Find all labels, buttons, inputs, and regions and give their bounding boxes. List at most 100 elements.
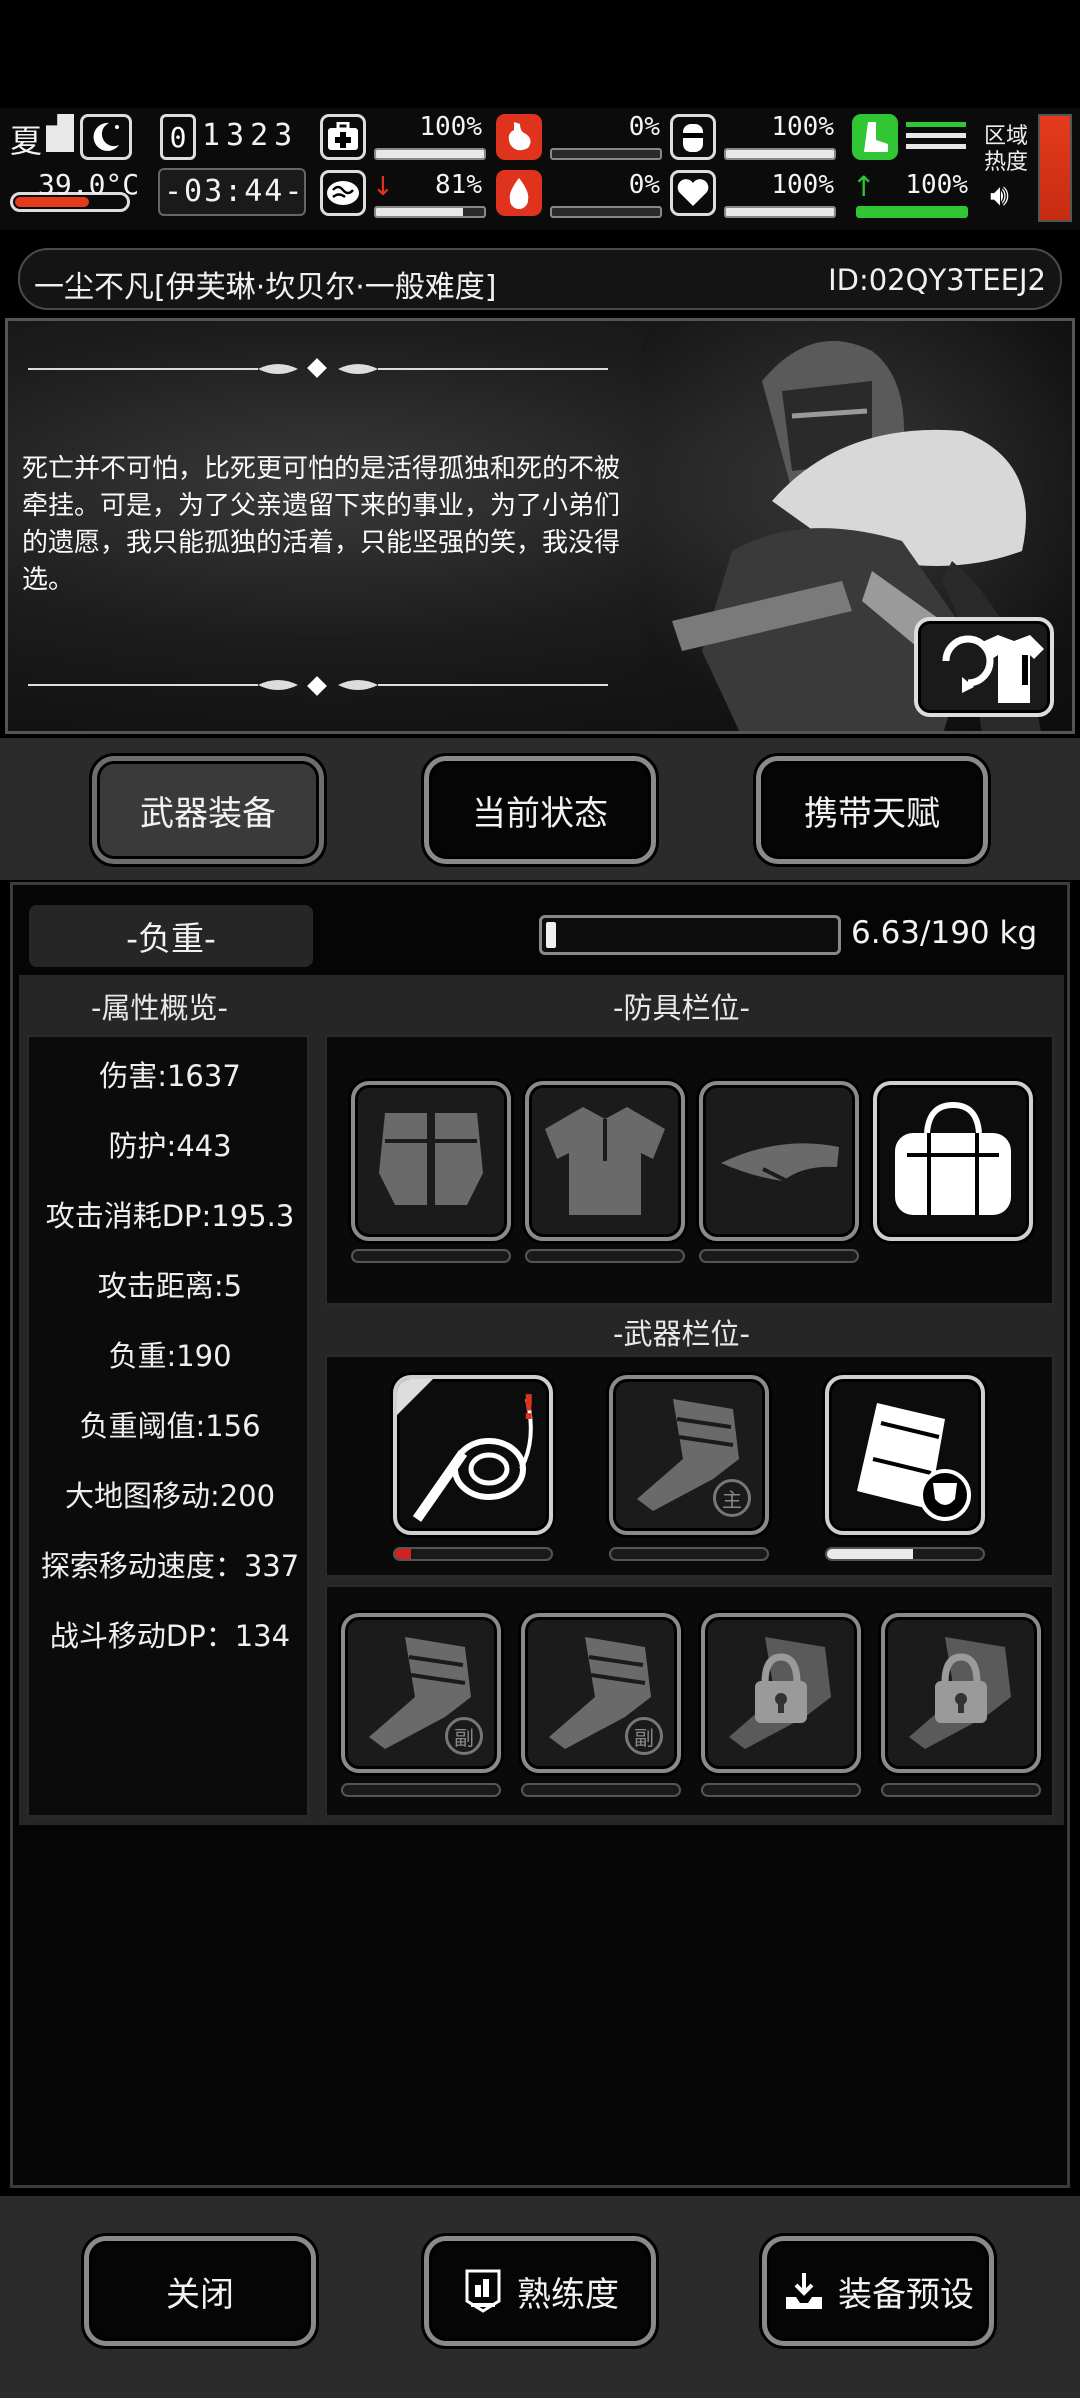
- visor-cap-icon: [721, 1143, 839, 1183]
- proficiency-button[interactable]: 熟练度: [424, 2236, 656, 2346]
- heart-meter: [724, 206, 836, 218]
- sanity-percent: 81%: [435, 170, 482, 200]
- attr-damage: 伤害:1637: [99, 1059, 241, 1093]
- season-label: 夏: [10, 122, 43, 160]
- attr-weight-threshold: 负重阈值:156: [79, 1409, 261, 1443]
- secondary-slot-1[interactable]: 副: [341, 1613, 501, 1773]
- stamina-lines: [906, 122, 966, 156]
- secondary-weapon-slots: 副 副: [325, 1585, 1054, 1817]
- zone-heat-label: 区域 热度: [984, 124, 1029, 175]
- podium-icon: [465, 2269, 501, 2313]
- weapon-slot-backpack-shield[interactable]: [825, 1375, 985, 1535]
- armor-slot-shirt-durability: [525, 1249, 685, 1263]
- armor-heading: -防具栏位-: [613, 991, 750, 1025]
- character-title: 一尘不凡[伊芙琳·坎贝尔·一般难度]: [34, 270, 497, 305]
- tab-carried-talents[interactable]: 携带天赋: [756, 756, 988, 864]
- game-clock: -03:44-: [164, 174, 305, 209]
- close-button-label: 关闭: [166, 2274, 234, 2315]
- water-percent: 100%: [771, 112, 834, 142]
- secondary-slot-3-locked[interactable]: [701, 1613, 861, 1773]
- ornament-divider-top: [28, 358, 608, 378]
- medkit-icon: [320, 114, 366, 160]
- moon-icon: [80, 114, 132, 160]
- off-hand-badge: 副: [445, 1717, 483, 1755]
- weight-label: -负重-: [29, 905, 313, 967]
- season-box: 夏: [10, 112, 44, 160]
- main-hand-badge: 主: [713, 1479, 751, 1517]
- stomach-icon: [496, 114, 542, 160]
- heart-percent: 100%: [771, 170, 834, 200]
- zone-heat-meter: [1038, 114, 1072, 222]
- ornament-divider-bottom: [28, 676, 608, 696]
- weight-value: 6.63/190 kg: [851, 915, 1038, 951]
- weight-bar: [539, 915, 841, 955]
- secondary-slot-1-durability: [341, 1783, 501, 1797]
- weapons-heading: -武器栏位-: [613, 1317, 750, 1351]
- preset-tray-icon: [786, 2273, 822, 2309]
- armor-slots: [325, 1035, 1054, 1305]
- close-button[interactable]: 关闭: [84, 2236, 316, 2346]
- change-outfit-button[interactable]: [914, 617, 1054, 717]
- character-story-panel: 死亡并不可怕，比死更可怕的是活得孤独和死的不被牵挂。可是，为了父亲遗留下来的事业…: [5, 318, 1075, 734]
- backpack-shield-icon: [857, 1403, 971, 1521]
- temperature: 39.0°C: [38, 168, 140, 201]
- equipment-preset-button-label: 装备预设: [838, 2274, 974, 2315]
- character-title-bar: 一尘不凡[伊芙琳·坎贝尔·一般难度] ID:02QY3TEEJ2: [18, 248, 1062, 310]
- stamina-percent: 100%: [905, 170, 968, 200]
- armor-slot-headwear[interactable]: [699, 1081, 859, 1241]
- blood-meter: [550, 206, 662, 218]
- heart-icon: [670, 170, 716, 216]
- blood-percent: 0%: [628, 170, 660, 200]
- attr-map-movement: 大地图移动:200: [64, 1479, 276, 1513]
- attributes-heading: -属性概览-: [91, 991, 228, 1025]
- weapon-slot-whip-durability: [393, 1547, 553, 1561]
- attr-attack-dp-cost: 攻击消耗DP:195.3: [45, 1199, 295, 1233]
- armor-slot-bag[interactable]: [873, 1081, 1033, 1241]
- shirt-icon: [545, 1107, 665, 1215]
- brain-icon: [320, 170, 366, 216]
- equipment-tabs: 武器装备 当前状态 携带天赋: [0, 738, 1080, 880]
- proficiency-button-label: 熟练度: [517, 2274, 619, 2315]
- equipment-panel: -负重- 6.63/190 kg -属性概览- -防具栏位- 伤害:1637 防…: [10, 882, 1070, 2188]
- tab-current-status[interactable]: 当前状态: [424, 756, 656, 864]
- duffel-bag-icon: [895, 1101, 1011, 1215]
- stomach-meter: [550, 148, 662, 160]
- secondary-slot-2[interactable]: 副: [521, 1613, 681, 1773]
- status-bar: 夏 39.0°C 0 1323 -03:44- 100% ↓ 81% 0% 0%…: [0, 108, 1080, 230]
- secondary-slot-4-durability: [881, 1783, 1041, 1797]
- armor-slot-headwear-durability: [699, 1249, 859, 1263]
- stomach-percent: 0%: [628, 112, 660, 142]
- attr-explore-speed: 探索移动速度：337: [40, 1549, 300, 1583]
- armor-slot-shirt[interactable]: [525, 1081, 685, 1241]
- secondary-slot-4-locked[interactable]: [881, 1613, 1041, 1773]
- fist-locked-icon: [909, 1637, 1011, 1749]
- health-meter: [374, 148, 486, 160]
- equipment-grid: -属性概览- -防具栏位- 伤害:1637 防护:443 攻击消耗DP:195.…: [19, 975, 1064, 1825]
- weather-icon: [46, 114, 74, 152]
- character-id: ID:02QY3TEEJ2: [828, 263, 1046, 297]
- attr-attack-range: 攻击距离:5: [97, 1269, 243, 1303]
- speaker-icon[interactable]: 🔊︎: [990, 178, 1009, 213]
- whip-icon: !: [397, 1379, 537, 1522]
- weapon-slot-backpack-shield-durability: [825, 1547, 985, 1561]
- attr-carry-weight: 负重:190: [108, 1339, 232, 1373]
- svg-text:!: !: [521, 1388, 537, 1428]
- character-quote: 死亡并不可怕，比死更可怕的是活得孤独和死的不被牵挂。可是，为了父亲遗留下来的事业…: [22, 454, 621, 595]
- weapon-slot-whip[interactable]: !: [393, 1375, 553, 1535]
- off-hand-badge: 副: [625, 1717, 663, 1755]
- armor-slot-gloves-durability: [351, 1249, 511, 1263]
- bottom-action-bar: 关闭 熟练度 装备预设: [0, 2196, 1080, 2398]
- attr-protection: 防护:443: [108, 1129, 232, 1163]
- equipment-preset-button[interactable]: 装备预设: [762, 2236, 994, 2346]
- water-bottle-icon: [670, 114, 716, 160]
- tab-weapons-equipment[interactable]: 武器装备: [92, 756, 324, 864]
- fist-locked-icon: [729, 1637, 831, 1749]
- weapon-slot-main-hand-durability: [609, 1547, 769, 1561]
- weapon-slot-main-hand[interactable]: 主: [609, 1375, 769, 1535]
- calendar-icon: 0: [160, 114, 196, 160]
- weapon-slots: ! 主: [325, 1355, 1054, 1577]
- boot-icon: [852, 114, 898, 160]
- gloves-icon: [379, 1113, 483, 1205]
- attribute-overview: 伤害:1637 防护:443 攻击消耗DP:195.3 攻击距离:5 负重:19…: [27, 1035, 309, 1817]
- armor-slot-gloves[interactable]: [351, 1081, 511, 1241]
